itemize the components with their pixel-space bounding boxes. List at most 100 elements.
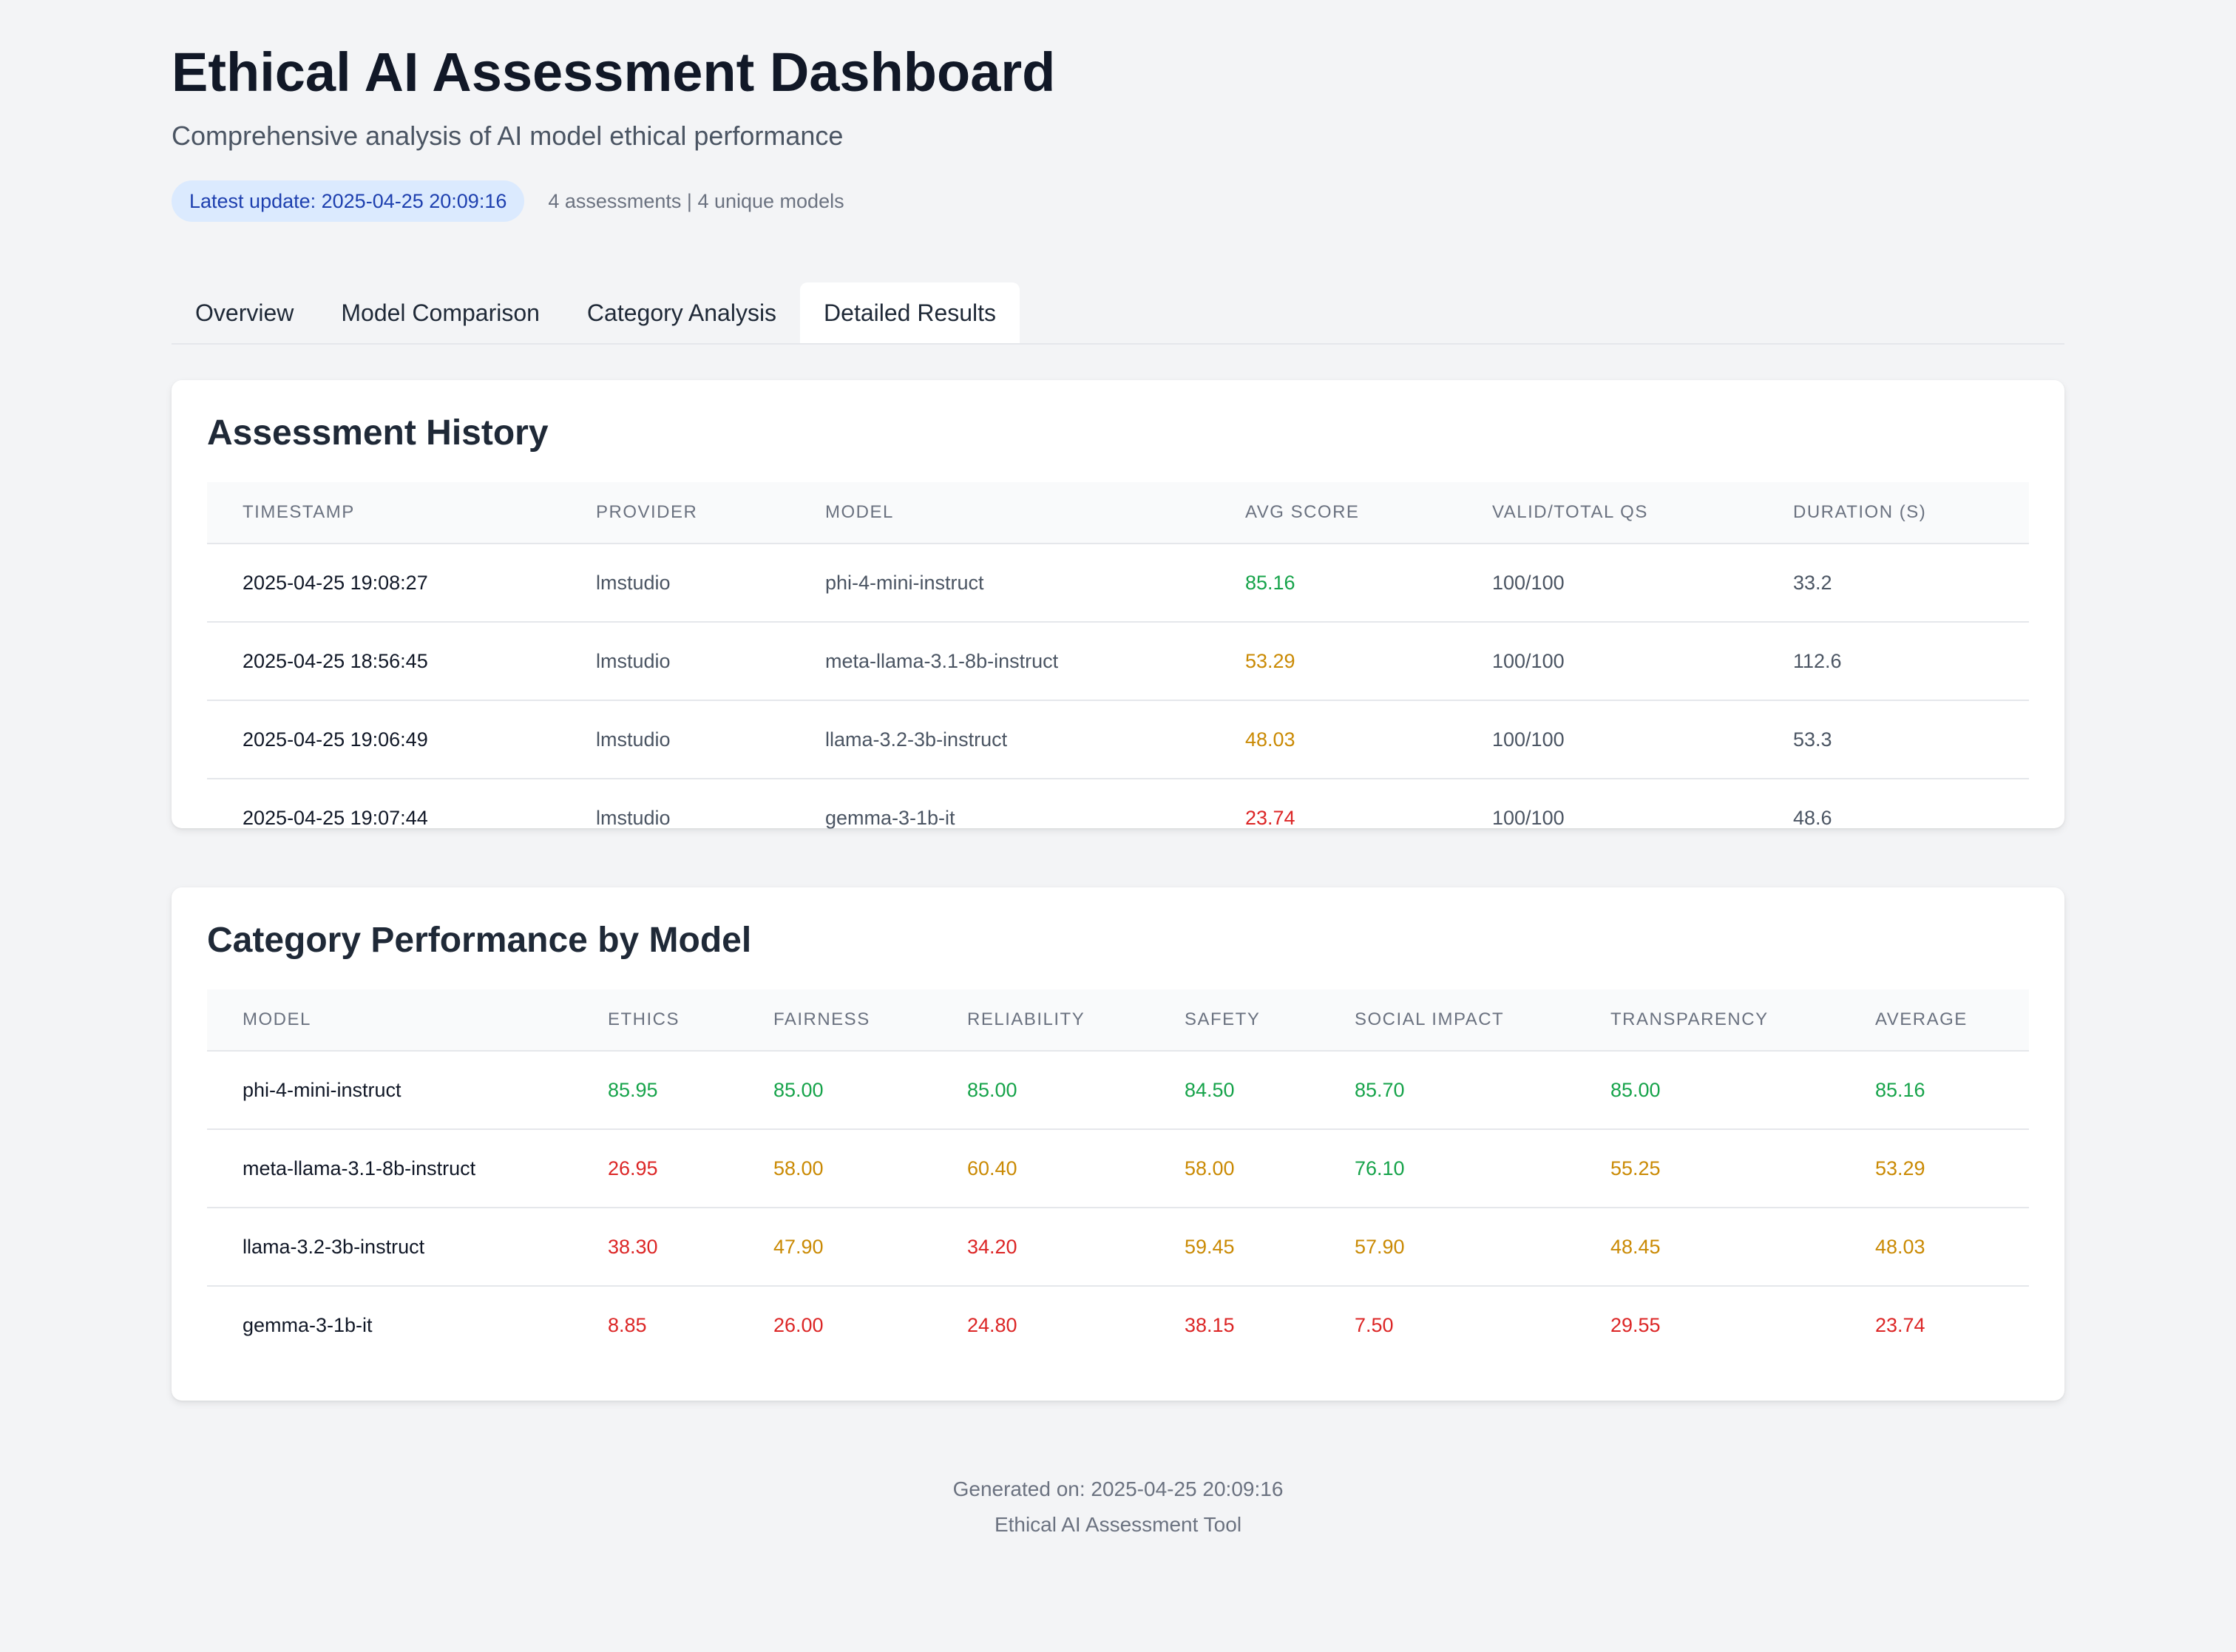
score-cell: 58.00: [738, 1129, 932, 1208]
column-header: VALID/TOTAL QS: [1457, 482, 1758, 544]
score-cell: 76.10: [1319, 1129, 1575, 1208]
provider-cell: lmstudio: [596, 806, 671, 829]
column-header: FAIRNESS: [738, 989, 932, 1052]
column-header: TIMESTAMP: [207, 482, 560, 544]
score-cell: 8.85: [608, 1313, 647, 1336]
provider-cell: lmstudio: [560, 700, 790, 779]
avg-score-cell: 23.74: [1245, 806, 1295, 829]
score-cell: 38.30: [572, 1208, 738, 1287]
latest-update-badge: Latest update: 2025-04-25 20:09:16: [172, 180, 525, 222]
timestamp-cell: 2025-04-25 19:07:44: [243, 806, 428, 829]
score-cell: 29.55: [1610, 1313, 1661, 1336]
score-cell: 55.25: [1575, 1129, 1840, 1208]
timestamp-cell: 2025-04-25 19:08:27: [207, 544, 560, 623]
duration-cell: 53.3: [1758, 700, 2029, 779]
avg-score-cell: 53.29: [1210, 622, 1457, 701]
model-cell: meta-llama-3.1-8b-instruct: [207, 1129, 572, 1208]
column-header: MODEL: [790, 482, 1210, 544]
score-cell: 84.50: [1149, 1051, 1319, 1130]
score-cell: 60.40: [932, 1129, 1149, 1208]
average-cell: 23.74: [1875, 1313, 1925, 1336]
score-cell: 85.00: [738, 1051, 932, 1130]
generated-timestamp: Generated on: 2025-04-25 20:09:16: [952, 1477, 1284, 1500]
column-header: AVG SCORE: [1210, 482, 1457, 544]
score-cell: 48.45: [1575, 1208, 1840, 1287]
category-performance-title: Category Performance by Model: [207, 921, 752, 960]
score-cell: 34.20: [932, 1208, 1149, 1287]
category-performance-table: MODEL ETHICS FAIRNESS RELIABILITY SAFETY…: [207, 989, 2029, 1364]
column-header: TRANSPARENCY: [1575, 989, 1840, 1052]
score-cell: 85.95: [572, 1051, 738, 1130]
avg-score-cell: 48.03: [1210, 700, 1457, 779]
model-cell: llama-3.2-3b-instruct: [207, 1208, 572, 1287]
average-cell: 53.29: [1840, 1129, 2029, 1208]
meta-row: Latest update: 2025-04-25 20:09:16 4 ass…: [172, 180, 2064, 222]
average-cell: 48.03: [1840, 1208, 2029, 1287]
column-header: SAFETY: [1149, 989, 1319, 1052]
average-cell: 85.16: [1840, 1051, 2029, 1130]
tab-detailed-results[interactable]: Detailed Results: [800, 282, 1020, 343]
column-header: SOCIAL IMPACT: [1319, 989, 1575, 1052]
column-header: DURATION (S): [1758, 482, 2029, 544]
tab-model-comparison[interactable]: Model Comparison: [317, 282, 563, 343]
provider-cell: lmstudio: [560, 622, 790, 701]
score-cell: 47.90: [738, 1208, 932, 1287]
timestamp-cell: 2025-04-25 19:06:49: [207, 700, 560, 779]
model-cell: llama-3.2-3b-instruct: [790, 700, 1210, 779]
table-row: 2025-04-25 19:07:44 lmstudio gemma-3-1b-…: [207, 779, 2029, 856]
score-cell: 7.50: [1355, 1313, 1394, 1336]
table-row: phi-4-mini-instruct 85.95 85.00 85.00 84…: [207, 1051, 2029, 1130]
tab-overview[interactable]: Overview: [172, 282, 317, 343]
valid-total-cell: 100/100: [1457, 544, 1758, 623]
valid-total-cell: 100/100: [1457, 622, 1758, 701]
model-cell: gemma-3-1b-it: [243, 1313, 373, 1336]
score-cell: 85.00: [932, 1051, 1149, 1130]
score-cell: 38.15: [1185, 1313, 1235, 1336]
column-header: MODEL: [207, 989, 572, 1052]
valid-total-cell: 100/100: [1457, 700, 1758, 779]
model-cell: gemma-3-1b-it: [825, 806, 955, 829]
avg-score-cell: 85.16: [1210, 544, 1457, 623]
timestamp-cell: 2025-04-25 18:56:45: [207, 622, 560, 701]
duration-cell: 48.6: [1793, 806, 1832, 829]
tool-name: Ethical AI Assessment Tool: [994, 1513, 1242, 1536]
score-cell: 26.95: [572, 1129, 738, 1208]
table-row: 2025-04-25 19:08:27 lmstudio phi-4-mini-…: [207, 544, 2029, 623]
score-cell: 59.45: [1149, 1208, 1319, 1287]
column-header: PROVIDER: [560, 482, 790, 544]
assessment-counts: 4 assessments | 4 unique models: [548, 189, 844, 212]
table-header-row: TIMESTAMP PROVIDER MODEL AVG SCORE VALID…: [207, 482, 2029, 544]
table-row: 2025-04-25 18:56:45 lmstudio meta-llama-…: [207, 622, 2029, 701]
score-cell: 58.00: [1149, 1129, 1319, 1208]
model-cell: meta-llama-3.1-8b-instruct: [790, 622, 1210, 701]
tab-category-analysis[interactable]: Category Analysis: [563, 282, 800, 343]
table-header-row: MODEL ETHICS FAIRNESS RELIABILITY SAFETY…: [207, 989, 2029, 1052]
table-row: llama-3.2-3b-instruct 38.30 47.90 34.20 …: [207, 1208, 2029, 1287]
column-header: ETHICS: [572, 989, 738, 1052]
valid-total-cell: 100/100: [1492, 806, 1565, 829]
page-title: Ethical AI Assessment Dashboard: [172, 41, 1056, 103]
score-cell: 57.90: [1319, 1208, 1575, 1287]
page-footer: Generated on: 2025-04-25 20:09:16 Ethica…: [172, 1472, 2064, 1543]
assessment-history-title: Assessment History: [207, 413, 549, 453]
duration-cell: 33.2: [1758, 544, 2029, 623]
page-subtitle: Comprehensive analysis of AI model ethic…: [172, 121, 844, 151]
assessment-history-card: Assessment History TIMESTAMP PROVIDER MO…: [172, 380, 2064, 829]
model-cell: phi-4-mini-instruct: [790, 544, 1210, 623]
category-performance-card: Category Performance by Model MODEL ETHI…: [172, 887, 2064, 1401]
model-cell: phi-4-mini-instruct: [207, 1051, 572, 1130]
tab-bar: Overview Model Comparison Category Analy…: [172, 282, 2064, 345]
table-row: 2025-04-25 19:06:49 lmstudio llama-3.2-3…: [207, 700, 2029, 779]
dashboard-page: Ethical AI Assessment Dashboard Comprehe…: [172, 0, 2064, 1543]
duration-cell: 112.6: [1758, 622, 2029, 701]
score-cell: 24.80: [967, 1313, 1017, 1336]
score-cell: 85.00: [1575, 1051, 1840, 1130]
provider-cell: lmstudio: [560, 544, 790, 623]
score-cell: 26.00: [773, 1313, 824, 1336]
score-cell: 85.70: [1319, 1051, 1575, 1130]
table-row: gemma-3-1b-it 8.85 26.00 24.80 38.15 7.5…: [207, 1286, 2029, 1364]
assessment-history-table: TIMESTAMP PROVIDER MODEL AVG SCORE VALID…: [207, 482, 2029, 856]
column-header: AVERAGE: [1840, 989, 2029, 1052]
table-row: meta-llama-3.1-8b-instruct 26.95 58.00 6…: [207, 1129, 2029, 1208]
column-header: RELIABILITY: [932, 989, 1149, 1052]
